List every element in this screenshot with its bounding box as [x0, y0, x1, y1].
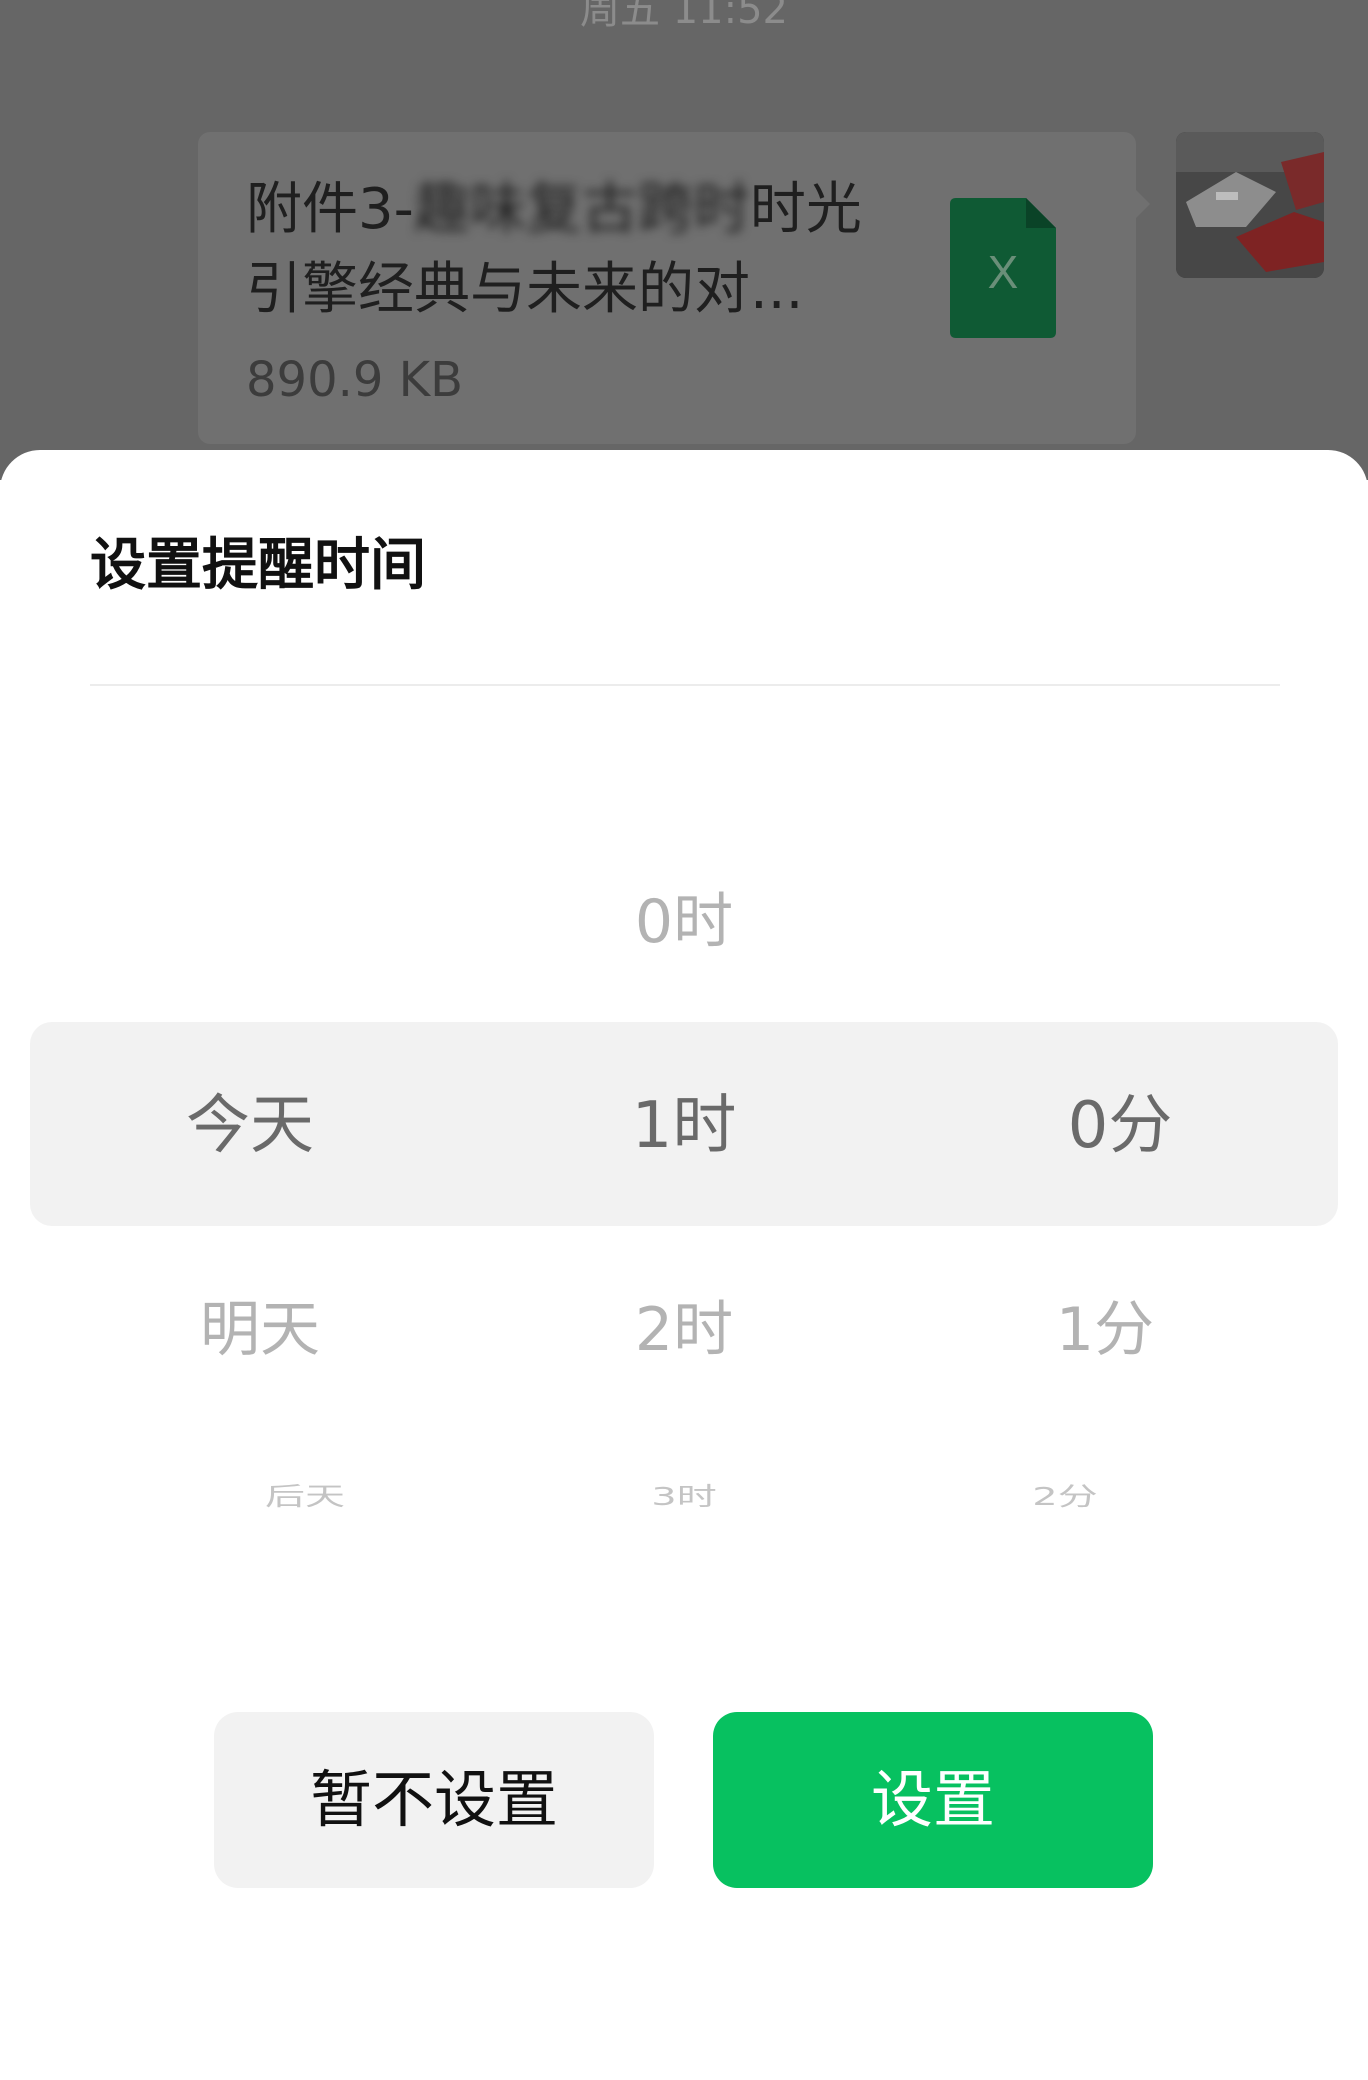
picker-minute-item[interactable]: 1分 — [995, 1290, 1215, 1370]
file-name: 附件3-趣味复古跨时时光引擎经典与未来的对... — [246, 170, 886, 330]
picker-hour-item[interactable]: 2时 — [574, 1290, 794, 1370]
chat-background-overlay: 周五 11:52 附件3-趣味复古跨时时光引擎经典与未来的对... 890.9 … — [0, 0, 1368, 480]
avatar-image — [1176, 132, 1324, 278]
file-name-redacted: 趣味复古跨时 — [413, 177, 750, 242]
file-size: 890.9 KB — [246, 352, 464, 408]
picker-day-item[interactable]: 后天 — [190, 1482, 420, 1513]
picker-minute-item[interactable]: 0分 — [1010, 1084, 1230, 1168]
set-reminder-button[interactable]: 设置 — [713, 1712, 1153, 1888]
picker-hour-item[interactable]: 3时 — [574, 1482, 794, 1513]
skip-reminder-button[interactable]: 暂不设置 — [214, 1712, 654, 1888]
file-message-bubble[interactable]: 附件3-趣味复古跨时时光引擎经典与未来的对... 890.9 KB X — [198, 132, 1150, 444]
file-name-prefix: 附件3- — [246, 177, 414, 242]
sheet-title: 设置提醒时间 — [90, 533, 426, 598]
reminder-bottom-sheet: 设置提醒时间 今天 明天 后天 0时 1时 2时 3时 0分 1分 2分 暂不设… — [0, 450, 1368, 2080]
picker-hour-item[interactable]: 1时 — [574, 1084, 794, 1168]
picker-minute-item[interactable]: 2分 — [955, 1482, 1175, 1513]
excel-file-icon: X — [950, 198, 1056, 338]
picker-day-item[interactable]: 今天 — [140, 1084, 360, 1168]
picker-hour-item[interactable]: 0时 — [574, 882, 794, 962]
message-timestamp: 周五 11:52 — [580, 0, 788, 33]
picker-day-item[interactable]: 明天 — [150, 1290, 370, 1370]
divider — [90, 684, 1280, 686]
avatar[interactable] — [1176, 132, 1324, 278]
excel-file-letter: X — [988, 246, 1019, 298]
